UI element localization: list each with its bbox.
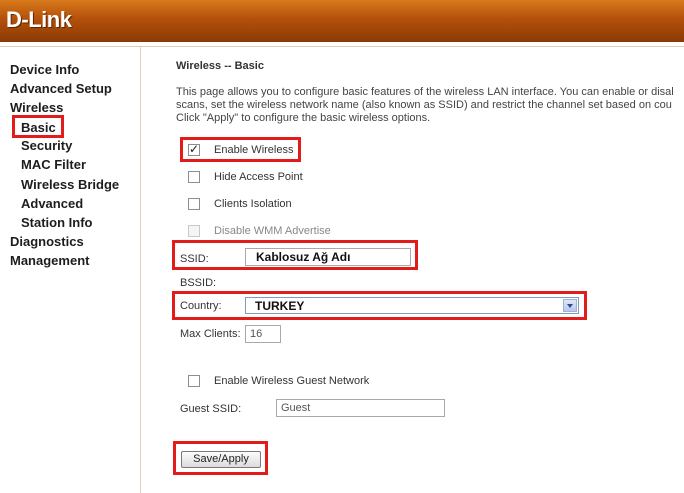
max-clients-input[interactable]: 16 [245, 325, 281, 343]
country-select[interactable]: TURKEY [245, 297, 579, 314]
hide-access-point-checkbox[interactable] [188, 171, 200, 183]
sidebar-item-advanced[interactable]: Advanced [21, 196, 83, 211]
description-line-3: Click "Apply" to configure the basic wir… [176, 112, 431, 124]
sidebar-item-mac-filter[interactable]: MAC Filter [21, 157, 86, 172]
country-label: Country: [180, 300, 222, 312]
enable-wireless-label: Enable Wireless [214, 144, 294, 156]
description-line-1: This page allows you to configure basic … [176, 86, 674, 98]
header-bar: D-Link [0, 0, 684, 42]
sidebar-item-device-info[interactable]: Device Info [10, 62, 79, 77]
sidebar-item-management[interactable]: Management [10, 253, 89, 268]
sidebar-item-advanced-setup[interactable]: Advanced Setup [10, 81, 112, 96]
sidebar-item-wireless-bridge[interactable]: Wireless Bridge [21, 177, 119, 192]
disable-wmm-checkbox[interactable] [188, 225, 200, 237]
hide-access-point-label: Hide Access Point [214, 171, 303, 183]
sidebar-item-security[interactable]: Security [21, 138, 72, 153]
ssid-input[interactable]: Kablosuz Ağ Adı [245, 248, 411, 266]
chevron-down-icon[interactable] [563, 299, 577, 312]
page-title: Wireless -- Basic [176, 60, 264, 72]
sidebar-item-wireless[interactable]: Wireless [10, 100, 63, 115]
guest-network-label: Enable Wireless Guest Network [214, 375, 370, 387]
basic-highlight-box [12, 115, 64, 138]
save-apply-button[interactable]: Save/Apply [181, 451, 261, 468]
guest-ssid-label: Guest SSID: [180, 403, 242, 415]
disable-wmm-label: Disable WMM Advertise [214, 225, 331, 237]
enable-wireless-checkbox[interactable] [188, 142, 200, 156]
page-description: This page allows you to configure basic … [176, 86, 684, 125]
main-content: Wireless -- Basic This page allows you t… [141, 47, 684, 493]
max-clients-label: Max Clients: [180, 328, 241, 340]
clients-isolation-checkbox[interactable] [188, 198, 200, 210]
bssid-label: BSSID: [180, 277, 217, 289]
description-line-2: scans, set the wireless network name (al… [176, 99, 672, 111]
dlink-logo: D-Link [6, 7, 72, 32]
guest-ssid-input[interactable]: Guest [276, 399, 445, 417]
ssid-label: SSID: [180, 253, 209, 265]
clients-isolation-label: Clients Isolation [214, 198, 292, 210]
country-select-value: TURKEY [255, 299, 305, 313]
sidebar-item-station-info[interactable]: Station Info [21, 215, 93, 230]
sidebar-item-diagnostics[interactable]: Diagnostics [10, 234, 84, 249]
guest-network-checkbox[interactable] [188, 375, 200, 387]
